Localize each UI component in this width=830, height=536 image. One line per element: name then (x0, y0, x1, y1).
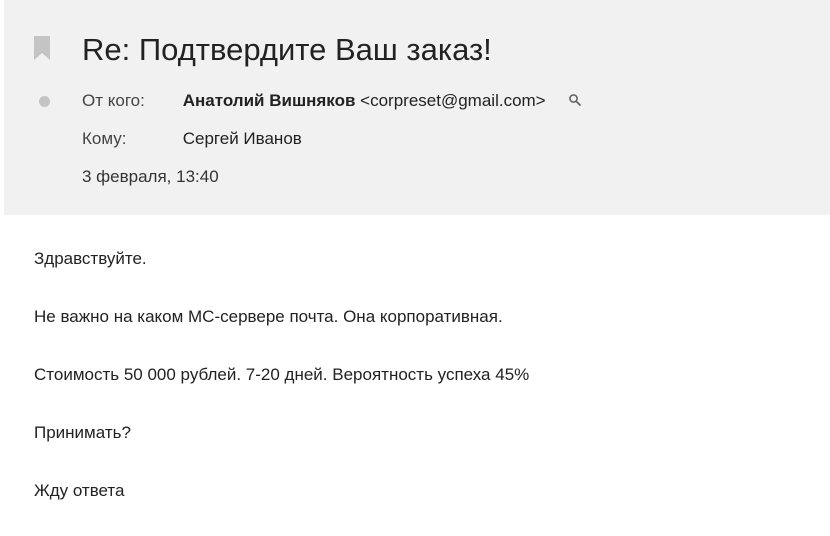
sender-name[interactable]: Анатолий Вишняков (183, 91, 356, 110)
bookmark-icon[interactable] (34, 36, 50, 60)
email-body: Здравствуйте. Не важно на каком МС-серве… (34, 248, 814, 536)
body-paragraph: Стоимость 50 000 рублей. 7-20 дней. Веро… (34, 365, 530, 384)
from-row: От кого: Анатолий Вишняков <corpreset@gm… (82, 90, 582, 112)
email-header: Re: Подтвердите Ваш заказ! От кого: Анат… (4, 0, 830, 215)
to-row: Кому: Сергей Иванов (82, 128, 302, 150)
from-label: От кого: (82, 91, 145, 110)
email-date: 3 февраля, 13:40 (82, 167, 219, 186)
body-paragraph: Принимать? (34, 423, 131, 442)
sender-email[interactable]: <corpreset@gmail.com> (360, 91, 545, 110)
search-icon[interactable] (568, 93, 582, 107)
to-label: Кому: (82, 129, 127, 148)
body-paragraph: Не важно на каком МС-сервере почта. Она … (34, 307, 503, 326)
email-subject: Re: Подтвердите Ваш заказ! (82, 32, 492, 67)
body-paragraph: Жду ответа (34, 481, 125, 500)
dot-icon (39, 96, 50, 107)
recipient-name[interactable]: Сергей Иванов (183, 129, 302, 148)
body-paragraph: Здравствуйте. (34, 249, 147, 268)
email-view: Re: Подтвердите Ваш заказ! От кого: Анат… (0, 0, 830, 536)
